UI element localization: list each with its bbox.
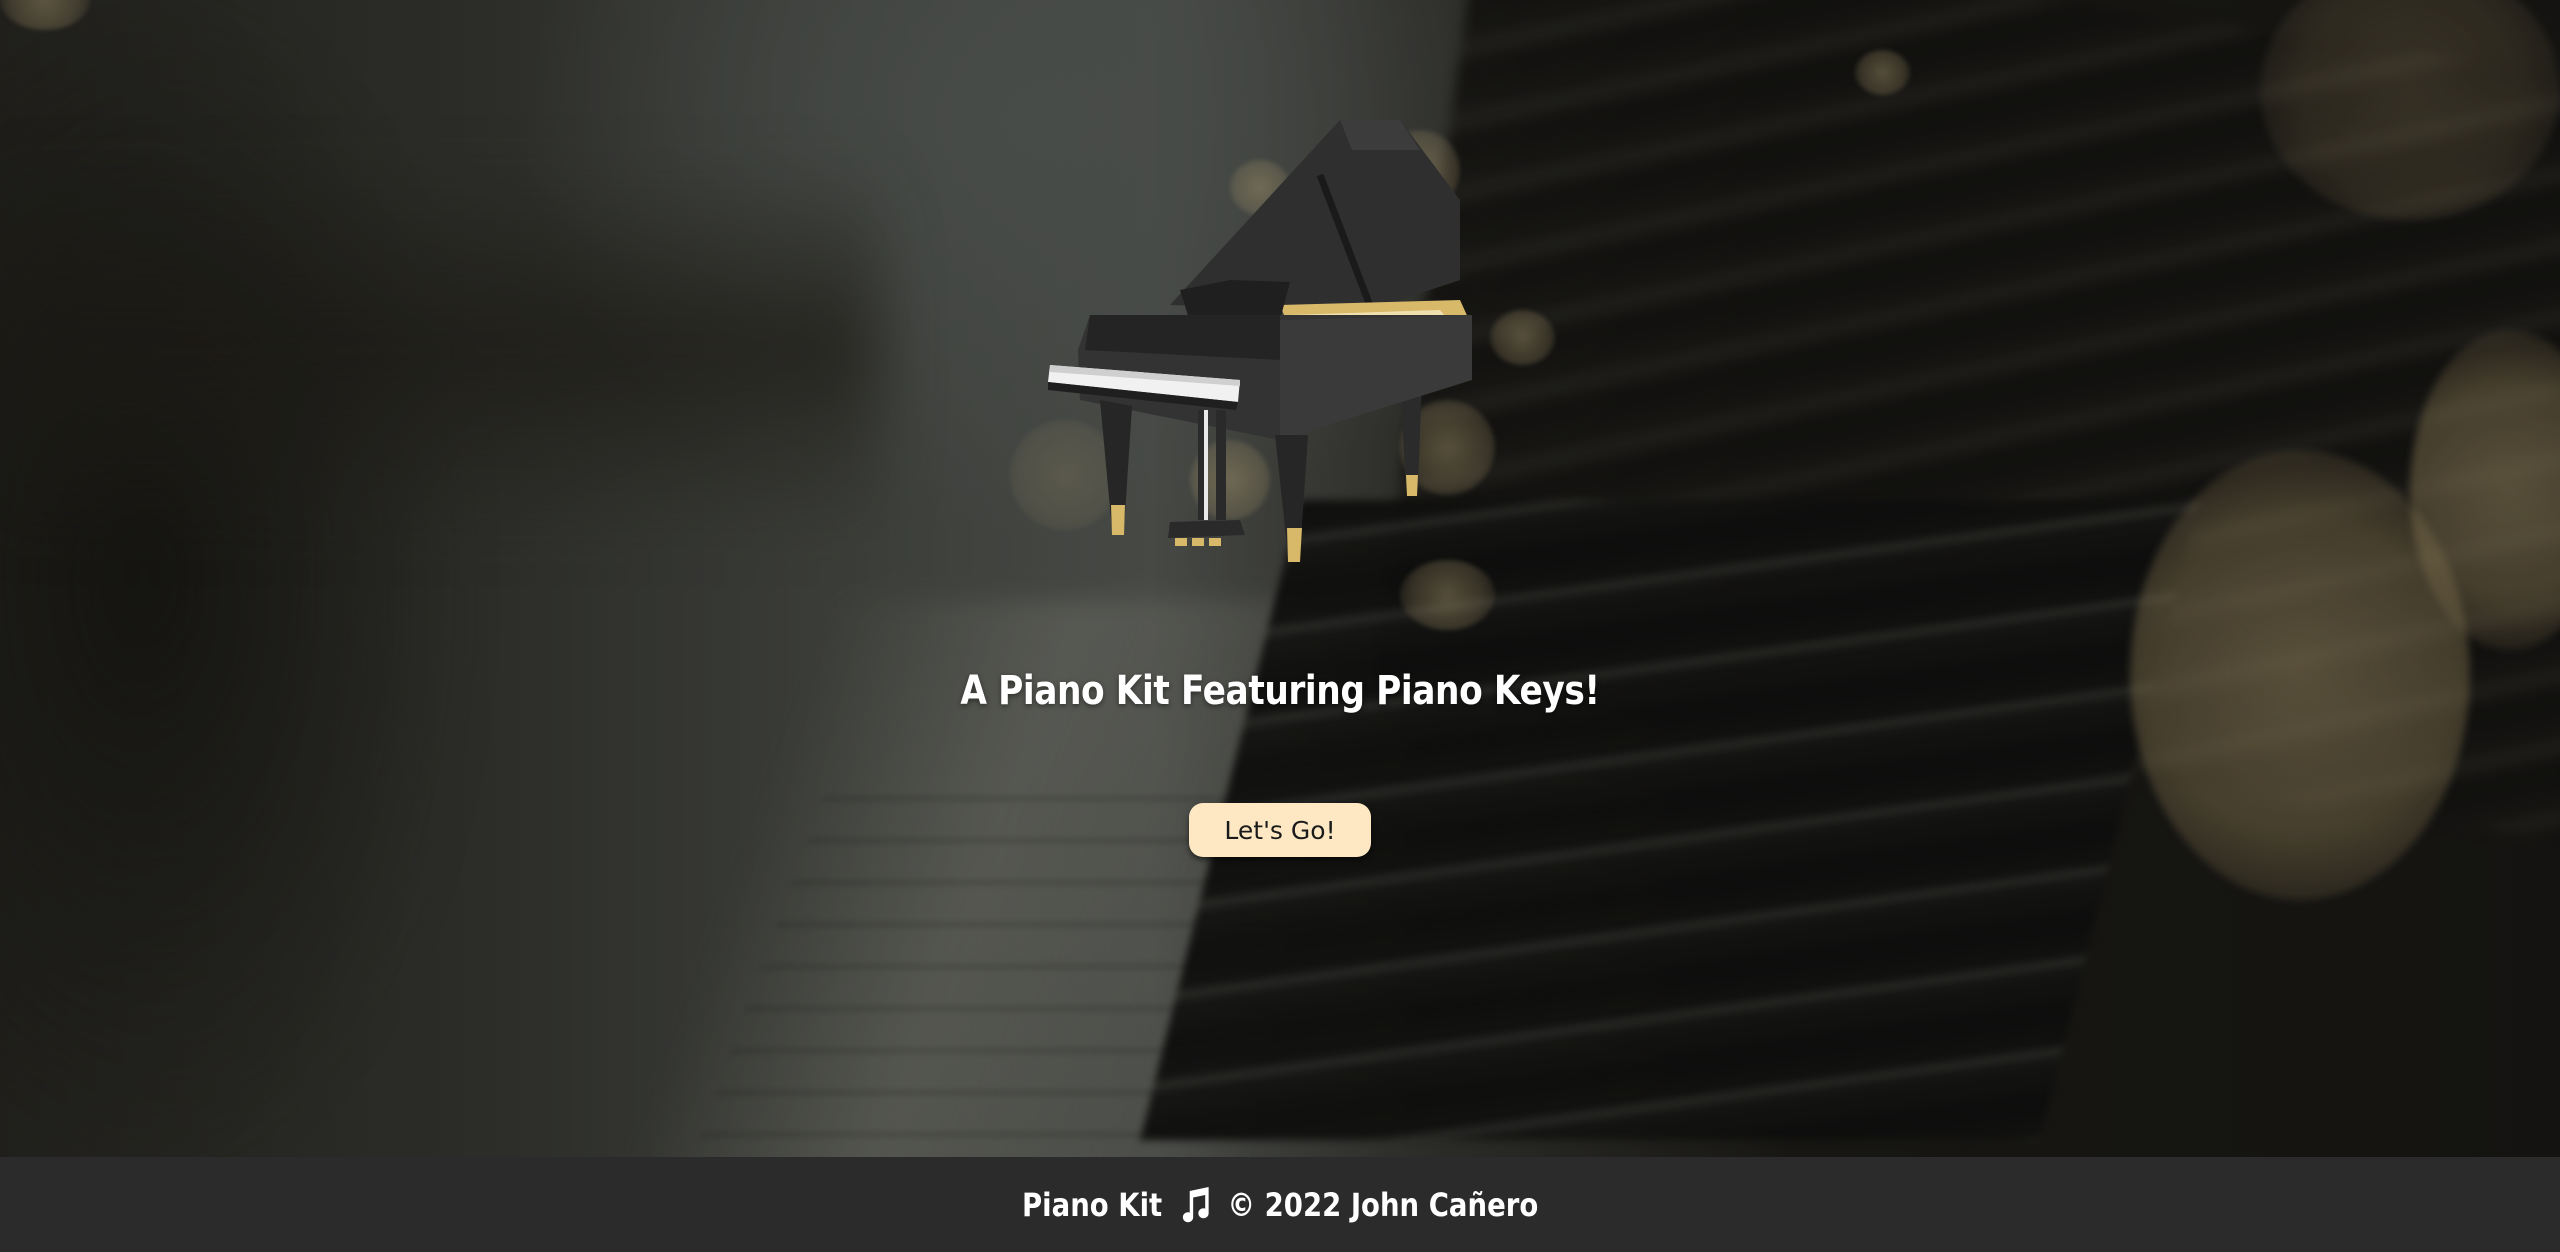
page-headline: A Piano Kit Featuring Piano Keys! [960,668,1600,714]
footer-copyright: © 2022 John Cañero [1227,1185,1539,1224]
footer-content: Piano Kit © 2022 John Cañero [1022,1185,1538,1225]
lets-go-button[interactable]: Let's Go! [1189,803,1371,857]
footer-brand: Piano Kit [1021,1185,1163,1224]
music-note-icon [1182,1186,1209,1222]
grand-piano-icon [1048,120,1472,562]
footer: Piano Kit © 2022 John Cañero [0,1157,2560,1252]
